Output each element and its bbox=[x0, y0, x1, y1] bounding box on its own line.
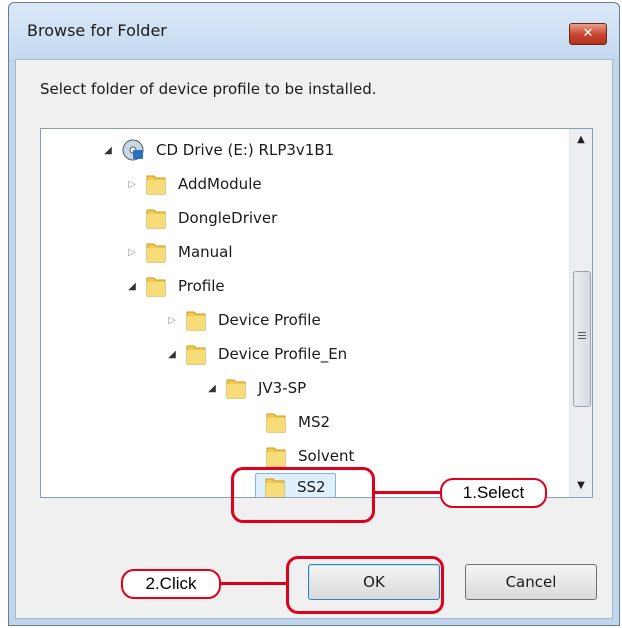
tree-item-device-profile-en[interactable]: ◢ Device Profile_En bbox=[165, 339, 350, 369]
select-callout: 1.Select bbox=[440, 478, 547, 508]
tree-item-label: Profile bbox=[178, 277, 225, 295]
folder-icon bbox=[146, 209, 166, 229]
tree-item-dongledriver[interactable]: DongleDriver bbox=[145, 203, 280, 233]
close-button[interactable]: ✕ bbox=[569, 23, 607, 45]
expanded-arrow-icon[interactable]: ◢ bbox=[125, 279, 139, 293]
tree-scrollbar[interactable]: ▲ ▼ bbox=[569, 129, 592, 497]
folder-icon bbox=[266, 413, 286, 433]
tree-item-manual[interactable]: ▷ Manual bbox=[125, 237, 236, 267]
folder-icon bbox=[146, 175, 166, 195]
folder-tree[interactable]: ◢ CD Drive (E:) RLP3v1B1 ▷ AddModule Don… bbox=[40, 128, 593, 498]
tree-item-label: Device Profile bbox=[218, 311, 321, 329]
folder-icon bbox=[226, 379, 246, 399]
instruction-text: Select folder of device profile to be in… bbox=[40, 80, 377, 98]
tree-item-jv3-sp[interactable]: ◢ JV3-SP bbox=[205, 373, 309, 403]
title-bar[interactable]: Browse for Folder ✕ bbox=[9, 3, 619, 59]
dialog-client-area: Select folder of device profile to be in… bbox=[15, 59, 613, 619]
cancel-button[interactable]: Cancel bbox=[465, 564, 597, 600]
tree-item-label: CD Drive (E:) RLP3v1B1 bbox=[156, 141, 335, 159]
tree-item-device-profile[interactable]: ▷ Device Profile bbox=[165, 305, 324, 335]
select-callout-line bbox=[372, 491, 440, 494]
tree-item-label: DongleDriver bbox=[178, 209, 278, 227]
scroll-thumb[interactable] bbox=[573, 271, 591, 407]
expanded-arrow-icon[interactable]: ◢ bbox=[205, 381, 219, 395]
tree-item-label: JV3-SP bbox=[258, 379, 307, 397]
tree-item-label: AddModule bbox=[178, 175, 262, 193]
folder-icon bbox=[186, 345, 206, 365]
tree-item-label: Device Profile_En bbox=[218, 345, 348, 363]
scroll-up-icon[interactable]: ▲ bbox=[570, 129, 592, 151]
dialog-title: Browse for Folder bbox=[27, 21, 167, 40]
tree-item-profile[interactable]: ◢ Profile bbox=[125, 271, 228, 301]
click-callout: 2.Click bbox=[121, 569, 221, 599]
expanded-arrow-icon[interactable]: ◢ bbox=[165, 347, 179, 361]
tree-item-ms2[interactable]: MS2 bbox=[265, 407, 333, 437]
tree-item-label: Manual bbox=[178, 243, 233, 261]
collapsed-arrow-icon[interactable]: ▷ bbox=[125, 177, 139, 191]
folder-icon bbox=[146, 277, 166, 297]
folder-icon bbox=[186, 311, 206, 331]
cd-drive-icon bbox=[122, 139, 144, 161]
collapsed-arrow-icon[interactable]: ▷ bbox=[125, 245, 139, 259]
tree-item-addmodule[interactable]: ▷ AddModule bbox=[125, 169, 265, 199]
grip-line bbox=[578, 335, 586, 336]
tree-item-cd-drive[interactable]: ◢ CD Drive (E:) RLP3v1B1 bbox=[101, 135, 337, 165]
collapsed-arrow-icon[interactable]: ▷ bbox=[165, 313, 179, 327]
tree-item-label: MS2 bbox=[298, 413, 331, 431]
browse-for-folder-dialog: Browse for Folder ✕ Select folder of dev… bbox=[8, 2, 620, 626]
folder-icon bbox=[146, 243, 166, 263]
expanded-arrow-icon[interactable]: ◢ bbox=[101, 143, 115, 157]
click-callout-line bbox=[218, 582, 286, 585]
grip-line bbox=[578, 338, 586, 339]
close-icon: ✕ bbox=[582, 26, 594, 41]
select-highlight-frame bbox=[231, 467, 375, 523]
grip-line bbox=[578, 332, 586, 333]
ok-highlight-frame bbox=[286, 556, 444, 614]
folder-icon bbox=[266, 447, 286, 467]
scroll-down-icon[interactable]: ▼ bbox=[570, 475, 592, 497]
tree-item-label: Solvent bbox=[298, 447, 355, 465]
